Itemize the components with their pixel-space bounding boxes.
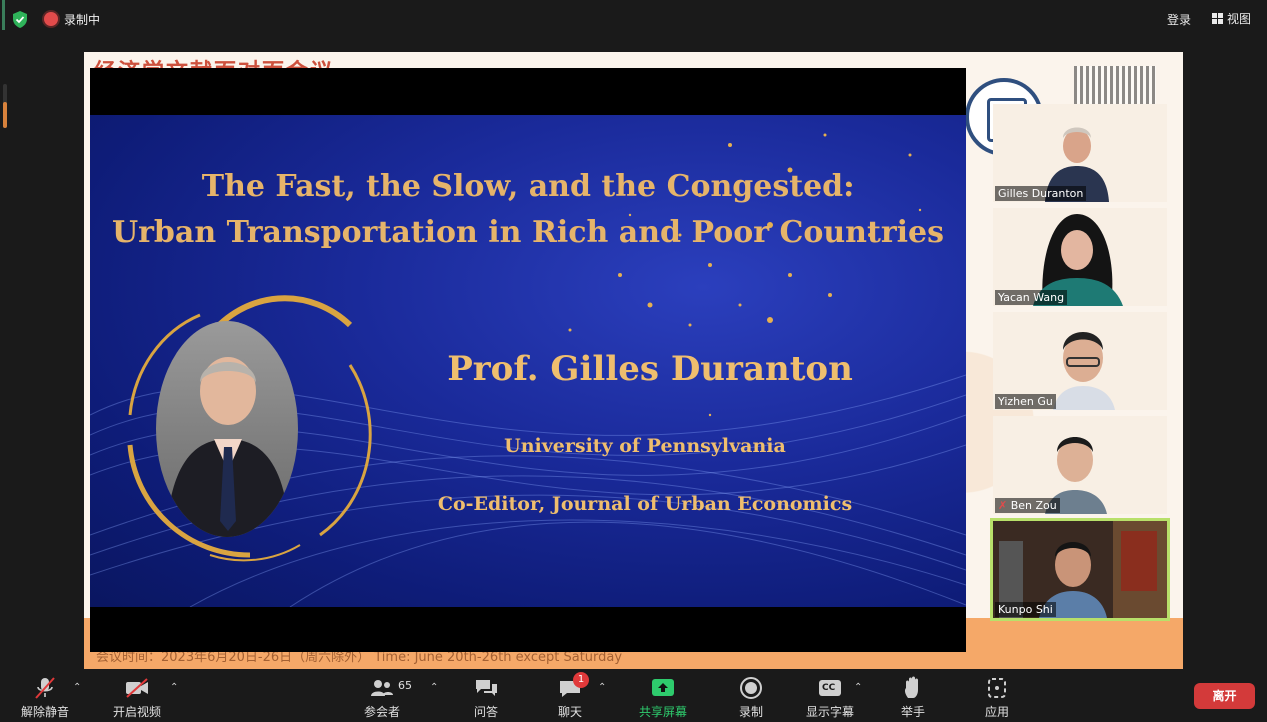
speaker-role: Co-Editor, Journal of Urban Economics — [437, 493, 853, 515]
unmute-label: 解除静音 — [20, 705, 69, 719]
video-options-chevron-icon[interactable]: ⌃ — [170, 682, 178, 693]
participant-name: Kunpo Shi — [995, 602, 1056, 617]
record-button[interactable]: 录制 — [716, 676, 786, 720]
participant-name: ✗ Ben Zou — [995, 498, 1060, 513]
chat-unread-badge: 1 — [573, 672, 589, 688]
raise-hand-button[interactable]: 举手 — [878, 676, 948, 720]
recording-status[interactable]: 录制中 — [64, 11, 100, 28]
slide-title-line-1: The Fast, the Slow, and the Congested: — [201, 169, 855, 204]
view-button[interactable]: 视图 — [1212, 10, 1251, 27]
muted-microphone-icon — [35, 677, 55, 699]
participants-icon — [371, 680, 393, 696]
participant-tile[interactable]: Yizhen Gu — [993, 312, 1167, 410]
chat-label: 聊天 — [557, 705, 582, 719]
participant-name: Yizhen Gu — [995, 394, 1056, 409]
apps-label: 应用 — [984, 705, 1009, 719]
apps-icon — [988, 678, 1006, 698]
qa-button[interactable]: 问答 — [451, 676, 521, 720]
captions-options-chevron-icon[interactable]: ⌃ — [854, 682, 862, 693]
speaker-portrait — [156, 321, 298, 537]
qa-label: 问答 — [473, 705, 498, 719]
share-screen-icon — [652, 679, 674, 696]
chat-button[interactable]: 1 聊天 — [535, 672, 605, 720]
side-scroll-indicator[interactable] — [3, 84, 7, 128]
leave-meeting-button[interactable]: 离开 — [1194, 683, 1255, 709]
captions-label: 显示字幕 — [805, 705, 854, 719]
share-screen-button[interactable]: 共享屏幕 — [628, 676, 698, 720]
participant-tile[interactable]: Yacan Wang — [993, 208, 1167, 306]
qr-code — [1074, 66, 1156, 106]
speaker-name: Prof. Gilles Duranton — [447, 349, 853, 389]
record-icon — [740, 677, 762, 699]
qa-icon — [476, 680, 497, 696]
slide-content: The Fast, the Slow, and the Congested: U… — [90, 115, 966, 607]
participant-name: Yacan Wang — [995, 290, 1068, 305]
chat-options-chevron-icon[interactable]: ⌃ — [598, 682, 606, 693]
top-bar: 录制中 登录 视图 — [0, 0, 1267, 38]
participant-name-text: Ben Zou — [1010, 499, 1057, 512]
unmute-button[interactable]: 解除静音 — [10, 676, 80, 720]
muted-mic-icon: ✗ — [998, 499, 1008, 512]
audio-level-indicator — [2, 0, 5, 30]
participants-label: 参会者 — [363, 705, 400, 719]
speaker-affiliation: University of Pennsylvania — [504, 435, 786, 457]
share-screen-label: 共享屏幕 — [638, 705, 687, 719]
participants-options-chevron-icon[interactable]: ⌃ — [430, 682, 438, 693]
raise-hand-label: 举手 — [900, 705, 925, 719]
slide-title-line-2: Urban Transportation in Rich and Poor Co… — [111, 215, 945, 250]
start-video-label: 开启视频 — [112, 705, 161, 719]
presentation-slide: The Fast, the Slow, and the Congested: U… — [90, 68, 966, 652]
start-video-button[interactable]: 开启视频 — [102, 676, 172, 720]
security-shield-icon[interactable] — [12, 11, 28, 28]
participant-tile-active-speaker[interactable]: Kunpo Shi — [990, 518, 1170, 621]
participants-count: 65 — [398, 679, 412, 692]
speaker-portrait-art — [166, 357, 290, 537]
grid-view-icon — [1212, 13, 1223, 24]
recording-icon[interactable] — [44, 12, 58, 26]
view-label: 视图 — [1227, 12, 1252, 26]
participant-tile[interactable]: Gilles Duranton — [993, 104, 1167, 202]
raise-hand-icon — [904, 676, 918, 698]
captions-icon-text: CC — [822, 683, 836, 693]
participant-tile[interactable]: ✗ Ben Zou — [993, 416, 1167, 514]
login-button[interactable]: 登录 — [1167, 11, 1191, 28]
zoom-meeting-window: 录制中 登录 视图 经济学文献面对面会议 会议时间：2023年6月20日-26日… — [0, 0, 1267, 722]
audio-options-chevron-icon[interactable]: ⌃ — [73, 682, 81, 693]
participant-name: Gilles Duranton — [995, 186, 1087, 201]
video-off-icon — [126, 678, 148, 698]
record-label: 录制 — [738, 705, 763, 719]
apps-button[interactable]: 应用 — [962, 676, 1032, 720]
